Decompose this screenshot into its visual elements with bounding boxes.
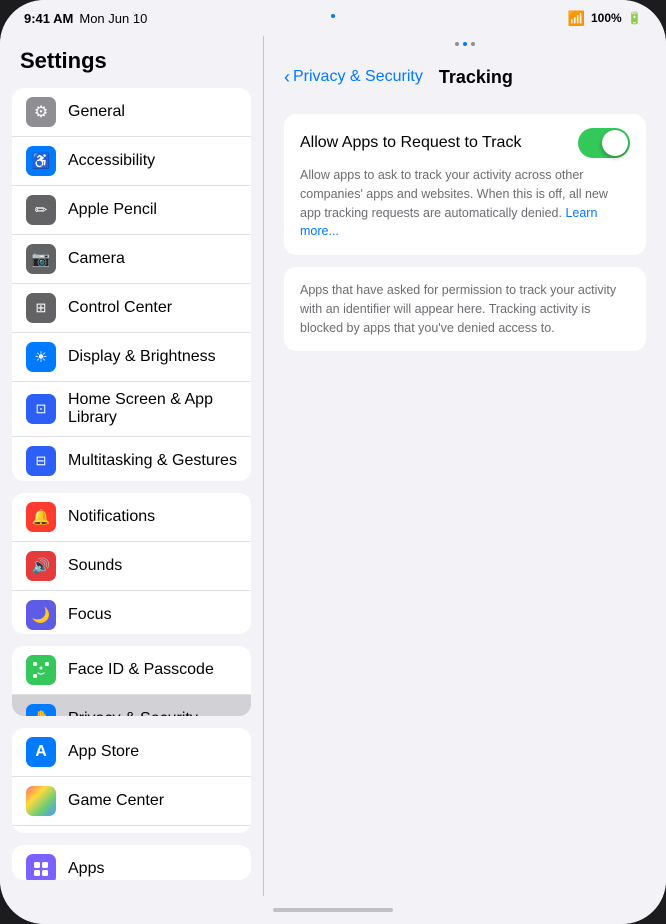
focus-icon: 🌙 (26, 600, 56, 630)
sidebar-item-control-center[interactable]: ⊞ Control Center (12, 284, 251, 333)
control-center-label: Control Center (68, 299, 237, 317)
back-chevron-icon: ‹ (284, 67, 290, 88)
sidebar-item-game-center[interactable]: Game Center (12, 777, 251, 826)
toggle-knob (602, 130, 628, 156)
home-screen-icon: ⊡ (26, 394, 56, 424)
camera-icon: 📷 (26, 244, 56, 274)
nav-back-button[interactable]: ‹ Privacy & Security (284, 67, 423, 88)
allow-tracking-toggle[interactable] (578, 128, 630, 158)
multitasking-label: Multitasking & Gestures (68, 452, 237, 470)
allow-tracking-label: Allow Apps to Request to Track (300, 134, 521, 152)
game-center-icon (26, 786, 56, 816)
detail-body: Allow Apps to Request to Track Allow app… (264, 102, 666, 896)
sidebar-item-display-brightness[interactable]: ☀ Display & Brightness (12, 333, 251, 382)
app-store-icon: A (26, 737, 56, 767)
sidebar-item-general[interactable]: ⚙ General (12, 88, 251, 137)
accessibility-icon: ♿ (26, 146, 56, 176)
privacy-security-label: Privacy & Security (68, 710, 237, 716)
dot-indicator (331, 14, 335, 18)
apple-pencil-label: Apple Pencil (68, 201, 237, 219)
sidebar-group-4: A App Store Game Center 💳 Wallet & Apple… (12, 728, 251, 833)
dots-indicator (264, 36, 666, 52)
apps-label: Apps (68, 860, 237, 878)
battery-indicator: 100% 🔋 (591, 11, 642, 25)
dot-1 (455, 42, 459, 46)
detail-panel: ‹ Privacy & Security Tracking Allow Apps… (264, 36, 666, 896)
notifications-label: Notifications (68, 508, 237, 526)
sidebar-group-1: ⚙ General ♿ Accessibility ✏ Apple Pencil… (12, 88, 251, 481)
sidebar-item-home-screen[interactable]: ⊡ Home Screen & App Library (12, 382, 251, 437)
sidebar-item-camera[interactable]: 📷 Camera (12, 235, 251, 284)
detail-title: Tracking (439, 67, 513, 88)
device-frame: 9:41 AM Mon Jun 10 📶 100% 🔋 Settings ⚙ G… (0, 0, 666, 924)
sidebar-group-3: Face ID & Passcode 🤚 Privacy & Security (12, 646, 251, 716)
home-indicator (0, 896, 666, 924)
apps-description-text: Apps that have asked for permission to t… (300, 281, 630, 337)
home-screen-label: Home Screen & App Library (68, 391, 237, 427)
multitasking-icon: ⊟ (26, 446, 56, 476)
apple-pencil-icon: ✏ (26, 195, 56, 225)
display-brightness-label: Display & Brightness (68, 348, 237, 366)
nav-back-label: Privacy & Security (293, 68, 423, 86)
accessibility-label: Accessibility (68, 152, 237, 170)
general-icon: ⚙ (26, 97, 56, 127)
sidebar-item-multitasking[interactable]: ⊟ Multitasking & Gestures (12, 437, 251, 481)
sidebar-group-5: Apps (12, 845, 251, 880)
general-label: General (68, 103, 237, 121)
sidebar-item-privacy-security[interactable]: 🤚 Privacy & Security (12, 695, 251, 716)
sidebar-item-app-store[interactable]: A App Store (12, 728, 251, 777)
sounds-label: Sounds (68, 557, 237, 575)
sidebar-group-2: 🔔 Notifications 🔊 Sounds 🌙 Focus ⏱ Scree… (12, 493, 251, 634)
notifications-icon: 🔔 (26, 502, 56, 532)
sidebar-item-focus[interactable]: 🌙 Focus (12, 591, 251, 634)
apps-icon (26, 854, 56, 880)
status-bar: 9:41 AM Mon Jun 10 📶 100% 🔋 (0, 0, 666, 36)
sidebar-item-accessibility[interactable]: ♿ Accessibility (12, 137, 251, 186)
status-time: 9:41 AM (24, 11, 73, 26)
privacy-security-icon: 🤚 (26, 704, 56, 716)
wifi-icon: 📶 (568, 10, 585, 27)
allow-tracking-row: Allow Apps to Request to Track (300, 128, 630, 158)
focus-label: Focus (68, 606, 237, 624)
sidebar-item-face-id[interactable]: Face ID & Passcode (12, 646, 251, 695)
sidebar-item-sounds[interactable]: 🔊 Sounds (12, 542, 251, 591)
allow-tracking-description: Allow apps to ask to track your activity… (300, 166, 630, 241)
main-content: Settings ⚙ General ♿ Accessibility ✏ App… (0, 36, 666, 896)
sidebar-item-apple-pencil[interactable]: ✏ Apple Pencil (12, 186, 251, 235)
sidebar-item-notifications[interactable]: 🔔 Notifications (12, 493, 251, 542)
allow-tracking-card: Allow Apps to Request to Track Allow app… (284, 114, 646, 255)
detail-nav: ‹ Privacy & Security Tracking (264, 52, 666, 102)
face-id-icon (26, 655, 56, 685)
home-bar (273, 908, 393, 912)
camera-label: Camera (68, 250, 237, 268)
sounds-icon: 🔊 (26, 551, 56, 581)
dot-2 (463, 42, 467, 46)
app-store-label: App Store (68, 743, 237, 761)
dot-3 (471, 42, 475, 46)
sidebar-item-wallet[interactable]: 💳 Wallet & Apple Pay (12, 826, 251, 833)
status-right: 📶 100% 🔋 (568, 10, 642, 27)
control-center-icon: ⊞ (26, 293, 56, 323)
sidebar: Settings ⚙ General ♿ Accessibility ✏ App… (0, 36, 264, 896)
game-center-label: Game Center (68, 792, 237, 810)
sidebar-item-apps[interactable]: Apps (12, 845, 251, 880)
face-id-label: Face ID & Passcode (68, 661, 237, 679)
display-brightness-icon: ☀ (26, 342, 56, 372)
sidebar-title: Settings (0, 36, 263, 84)
apps-description-card: Apps that have asked for permission to t… (284, 267, 646, 351)
status-date: Mon Jun 10 (79, 11, 147, 26)
